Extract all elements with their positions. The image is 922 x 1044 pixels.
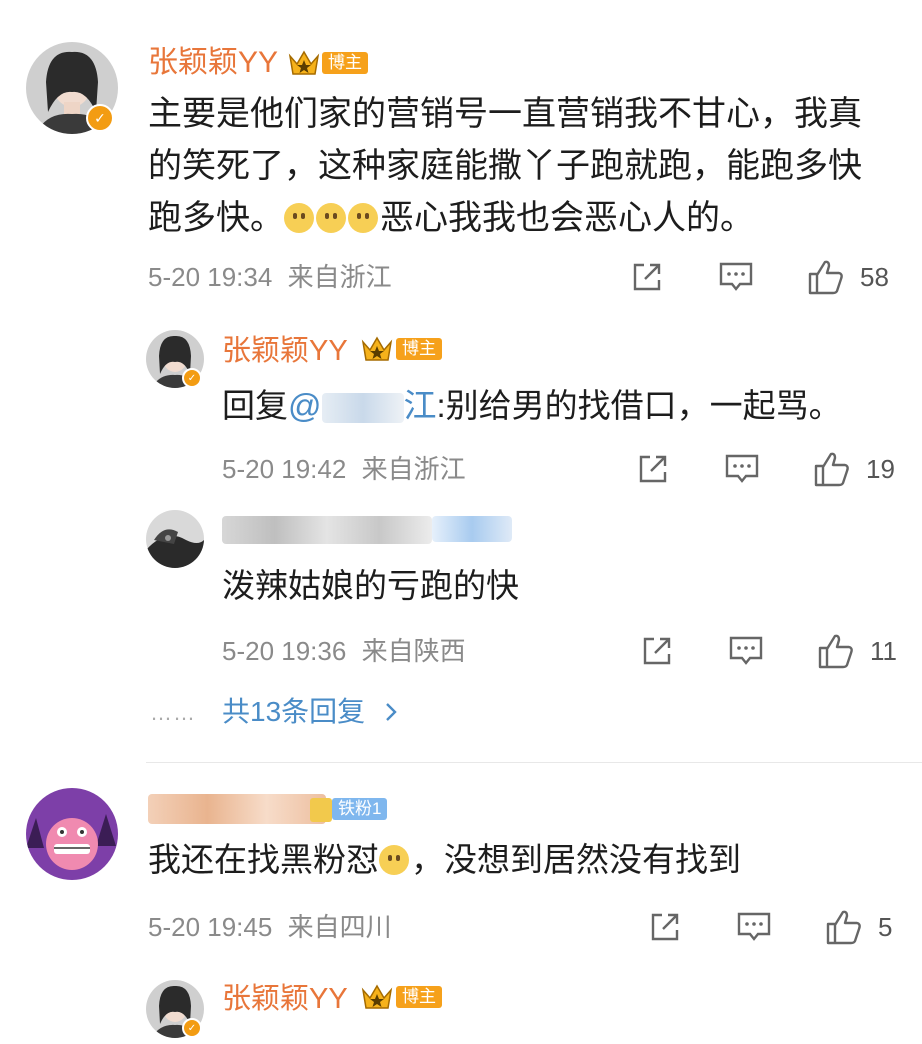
share-icon xyxy=(639,455,667,483)
reply-prefix: 回复 xyxy=(222,387,288,424)
verified-badge-icon: ✓ xyxy=(182,368,202,388)
reply-meta: 5-20 19:42 来自浙江 xyxy=(222,454,466,484)
share-button[interactable] xyxy=(648,910,682,944)
like-button[interactable]: 5 xyxy=(824,908,892,946)
comment-button[interactable] xyxy=(718,260,754,294)
thumbs-up-icon xyxy=(814,452,849,487)
divider xyxy=(146,762,922,763)
thumbs-up-icon xyxy=(808,260,843,295)
avatar[interactable] xyxy=(26,788,118,880)
chevron-right-icon xyxy=(386,703,397,721)
share-icon xyxy=(643,637,671,665)
laughing-crying-emoji-icon xyxy=(379,845,409,875)
comment-text-fragment: 跑多快。 xyxy=(148,199,284,237)
comment-icon xyxy=(729,636,763,665)
comment-meta: 5-20 19:34 来自浙江 xyxy=(148,262,392,292)
comment-text-line: 主要是他们家的营销号一直营销我不甘心，我真 xyxy=(148,95,862,133)
share-button[interactable] xyxy=(630,260,664,294)
share-icon xyxy=(633,263,661,291)
timestamp: 5-20 19:36 xyxy=(222,636,347,666)
verified-badge-icon: ✓ xyxy=(86,104,114,132)
location: 来自陕西 xyxy=(361,636,466,666)
comment-text-line: 跑多快。 恶心我我也会恶心人的。 xyxy=(148,192,898,244)
crown-icon xyxy=(360,332,394,369)
timestamp: 5-20 19:45 xyxy=(148,912,273,942)
location: 来自浙江 xyxy=(361,454,466,484)
blurred-username xyxy=(321,393,404,424)
comment-icon xyxy=(719,262,753,291)
share-button[interactable] xyxy=(640,634,674,668)
comment-text-line: 的笑死了，这种家庭能撒丫子跑就跑，能跑多快 xyxy=(148,147,862,185)
location: 来自浙江 xyxy=(287,262,392,292)
blogger-tag: 博主 xyxy=(396,338,442,360)
comment-text-fragment: 恶心我我也会恶心人的。 xyxy=(380,199,754,237)
blurred-username xyxy=(148,794,326,824)
timestamp: 5-20 19:34 xyxy=(148,262,273,292)
verified-badge-icon: ✓ xyxy=(182,1018,202,1038)
share-icon xyxy=(651,913,679,941)
username[interactable]: 张颖颖YY xyxy=(222,334,348,368)
sad-face-emoji-icon xyxy=(348,203,378,233)
reply-text: 回复@ 江:别给男的找借口，一起骂。 xyxy=(222,380,902,432)
comment-button[interactable] xyxy=(724,452,760,486)
mention-symbol: @ xyxy=(288,387,322,424)
mention-link[interactable]: @ 江 xyxy=(288,387,437,424)
sad-face-emoji-icon xyxy=(284,203,314,233)
like-count: 11 xyxy=(870,635,897,666)
crown-icon xyxy=(360,980,394,1017)
share-button[interactable] xyxy=(636,452,670,486)
like-count: 58 xyxy=(860,261,889,292)
comment-text-fragment: 我还在找黑粉怼 xyxy=(148,841,379,878)
like-button[interactable]: 11 xyxy=(816,632,897,670)
comment-button[interactable] xyxy=(736,910,772,944)
comment-icon xyxy=(725,454,759,483)
like-button[interactable]: 19 xyxy=(812,450,895,488)
thumbs-up-icon xyxy=(826,910,861,945)
reply-text: 泼辣姑娘的亏跑的快 xyxy=(222,567,519,604)
fan-tag: 铁粉1 xyxy=(332,798,388,820)
blogger-tag: 博主 xyxy=(322,52,368,74)
comment-icon xyxy=(737,912,771,941)
comment-button[interactable] xyxy=(728,634,764,668)
username[interactable]: 张颖颖YY xyxy=(222,982,348,1016)
more-replies-link[interactable]: 共13条回复 xyxy=(222,696,399,728)
comment-text: 我还在找黑粉怼 ，没想到居然没有找到 xyxy=(148,834,888,886)
username[interactable]: 张颖颖YY xyxy=(148,46,278,80)
sad-face-emoji-icon xyxy=(316,203,346,233)
blurred-fan-tag xyxy=(432,516,512,542)
comment-meta: 5-20 19:45 来自四川 xyxy=(148,912,392,942)
mention-text: 江 xyxy=(403,387,437,424)
like-button[interactable]: 58 xyxy=(806,258,889,296)
blogger-tag: 博主 xyxy=(396,986,442,1008)
comment-text: 主要是他们家的营销号一直营销我不甘心，我真 的笑死了，这种家庭能撒丫子跑就跑，能… xyxy=(148,88,898,244)
timestamp: 5-20 19:42 xyxy=(222,454,347,484)
comment-text-fragment: ，没想到居然没有找到 xyxy=(411,841,741,878)
fan-badge-icon xyxy=(310,798,332,822)
like-count: 19 xyxy=(866,453,895,484)
more-replies-label: 共13条回复 xyxy=(222,696,366,727)
crown-icon xyxy=(287,46,321,83)
reply-content: :别给男的找借口，一起骂。 xyxy=(436,387,842,424)
thumbs-up-icon xyxy=(818,634,853,669)
more-replies-dots: …… xyxy=(150,700,196,725)
location: 来自四川 xyxy=(287,912,392,942)
avatar[interactable] xyxy=(146,510,204,568)
blurred-username xyxy=(222,516,432,544)
like-count: 5 xyxy=(878,911,893,942)
reply-meta: 5-20 19:36 来自陕西 xyxy=(222,636,466,666)
